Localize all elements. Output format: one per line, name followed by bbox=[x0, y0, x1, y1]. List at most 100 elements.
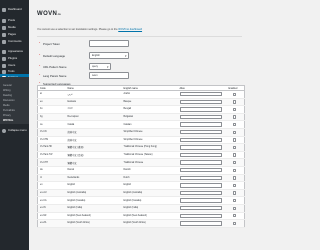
sidebar-item-plugins[interactable]: Plugins bbox=[0, 55, 29, 62]
alias-input[interactable] bbox=[179, 99, 222, 105]
alias-cell bbox=[177, 113, 227, 122]
enabled-checkbox[interactable] bbox=[232, 122, 236, 127]
sidebar-item-media[interactable]: Media bbox=[0, 24, 29, 31]
language-english-name-cell: English (Australia) bbox=[121, 189, 178, 198]
language-name-cell: Dansk bbox=[65, 166, 122, 175]
language-code-cell: zh-CHS bbox=[37, 136, 66, 145]
alias-input[interactable] bbox=[179, 137, 222, 143]
language-english-name-cell: Bulgarian bbox=[121, 113, 178, 122]
language-name-cell: English (Australia) bbox=[65, 189, 122, 198]
language-code-cell: en-ZA bbox=[37, 219, 66, 228]
url-pattern-select[interactable]: query bbox=[89, 63, 111, 70]
alias-input[interactable] bbox=[179, 114, 222, 120]
language-name-cell: English bbox=[65, 181, 122, 190]
language-name-cell: English (India) bbox=[65, 204, 122, 213]
enabled-checkbox[interactable] bbox=[232, 130, 236, 134]
enabled-checkbox[interactable] bbox=[232, 176, 236, 180]
enabled-cell bbox=[226, 128, 245, 137]
language-code-cell: bn bbox=[37, 105, 66, 114]
sidebar-item-label: Pages bbox=[8, 32, 16, 36]
table-row: en-AU English (Australia) English (Austral… bbox=[37, 189, 245, 198]
language-english-name-cell: Simplified Chinese bbox=[121, 136, 178, 145]
language-name-cell: English (South Africa) bbox=[65, 219, 122, 228]
enabled-cell bbox=[226, 105, 245, 114]
sidebar-item-dashboard[interactable]: Dashboard bbox=[0, 6, 29, 13]
alias-input[interactable] bbox=[179, 122, 222, 127]
enabled-checkbox[interactable] bbox=[232, 145, 236, 150]
alias-input[interactable] bbox=[179, 152, 222, 158]
table-row: da Dansk Danish bbox=[37, 166, 245, 175]
sidebar-item-pages[interactable]: Pages bbox=[0, 31, 29, 38]
language-english-name-cell: Traditional Chinese (Taiwan) bbox=[121, 151, 178, 160]
languages-table: Code Name English name Alias Enabled ar ع… bbox=[37, 85, 245, 228]
enabled-checkbox[interactable] bbox=[232, 115, 236, 119]
enabled-cell bbox=[226, 158, 245, 167]
sidebar-item-appearance[interactable]: Appearance bbox=[0, 48, 29, 55]
table-row: zh-CN 简体中文 Simplified Chinese bbox=[37, 128, 245, 137]
alias-input[interactable] bbox=[179, 183, 222, 188]
required-icon: * bbox=[39, 73, 41, 77]
sidebar-item-comments[interactable]: Comments bbox=[0, 38, 29, 45]
alias-input[interactable] bbox=[179, 160, 222, 165]
notice-text: You cannot use a selection to set transl… bbox=[37, 28, 118, 31]
enabled-checkbox[interactable] bbox=[232, 191, 236, 195]
alias-cell bbox=[177, 196, 227, 205]
enabled-checkbox[interactable] bbox=[232, 92, 236, 96]
enabled-checkbox[interactable] bbox=[232, 168, 236, 172]
enabled-checkbox[interactable] bbox=[232, 160, 236, 165]
enabled-checkbox[interactable] bbox=[232, 107, 236, 112]
alias-input[interactable] bbox=[179, 130, 222, 135]
alias-input[interactable] bbox=[179, 145, 222, 150]
project-token-input[interactable] bbox=[89, 40, 129, 47]
enabled-checkbox[interactable] bbox=[232, 214, 236, 218]
default-language-select[interactable]: English bbox=[89, 52, 129, 59]
alias-input[interactable] bbox=[179, 206, 222, 211]
table-row: nl Nederlands Dutch bbox=[37, 174, 245, 183]
language-code-cell: en bbox=[37, 181, 66, 190]
alias-input[interactable] bbox=[179, 92, 222, 97]
enabled-cell bbox=[226, 212, 245, 221]
language-english-name-cell: Traditional Chinese (Hong Kong) bbox=[121, 143, 178, 152]
alias-input[interactable] bbox=[179, 198, 222, 203]
enabled-cell bbox=[226, 90, 245, 99]
table-row: en-ZA English (South Africa) English (Sout… bbox=[37, 219, 245, 228]
language-english-name-cell: Basque bbox=[121, 98, 178, 107]
language-code-cell: zh-Hant-TW bbox=[37, 151, 66, 160]
enabled-checkbox[interactable] bbox=[232, 198, 236, 203]
alias-cell bbox=[177, 136, 227, 145]
sidebar-item-label: Posts bbox=[8, 18, 15, 22]
collapse-menu-button[interactable]: Collapse menu bbox=[0, 127, 29, 134]
enabled-cell bbox=[226, 174, 245, 183]
alias-input[interactable] bbox=[179, 168, 222, 173]
comment-icon bbox=[2, 39, 6, 44]
language-code-cell: eu bbox=[37, 98, 66, 107]
url-pattern-label: URL Pattern Name bbox=[43, 65, 67, 69]
settings-notice: You cannot use a selection to set transl… bbox=[37, 28, 142, 31]
language-name-cell: Български bbox=[65, 113, 122, 122]
page-title: WOVN.io bbox=[37, 11, 61, 17]
enabled-checkbox[interactable] bbox=[232, 206, 236, 210]
lang-param-input[interactable]: wovn bbox=[89, 72, 129, 79]
table-row: zh-Hant-TW 繁體中文 (台灣) Traditional Chinese (… bbox=[37, 151, 245, 160]
alias-input[interactable] bbox=[179, 213, 222, 218]
enabled-checkbox[interactable] bbox=[232, 100, 236, 104]
enabled-cell bbox=[226, 136, 245, 145]
submenu-item-wovn[interactable]: WOVN.io bbox=[3, 118, 28, 123]
language-name-cell: Euskara bbox=[65, 98, 122, 107]
enabled-checkbox[interactable] bbox=[232, 153, 236, 157]
language-english-name-cell: Traditional Chinese bbox=[121, 158, 178, 167]
enabled-checkbox[interactable] bbox=[232, 183, 236, 188]
plug-icon bbox=[2, 56, 6, 61]
dashboard-link[interactable]: WOVN.io dashboard bbox=[118, 28, 142, 31]
alias-input[interactable] bbox=[179, 190, 222, 196]
user-icon bbox=[2, 63, 6, 68]
enabled-checkbox[interactable] bbox=[232, 138, 236, 142]
language-name-cell: عربي bbox=[65, 90, 122, 99]
enabled-cell bbox=[226, 189, 245, 198]
sidebar-item-posts[interactable]: Posts bbox=[0, 17, 29, 24]
language-code-cell: ar bbox=[37, 90, 66, 99]
alias-input[interactable] bbox=[179, 221, 222, 226]
alias-input[interactable] bbox=[179, 175, 222, 181]
enabled-checkbox[interactable] bbox=[232, 221, 236, 226]
alias-input[interactable] bbox=[179, 107, 222, 112]
